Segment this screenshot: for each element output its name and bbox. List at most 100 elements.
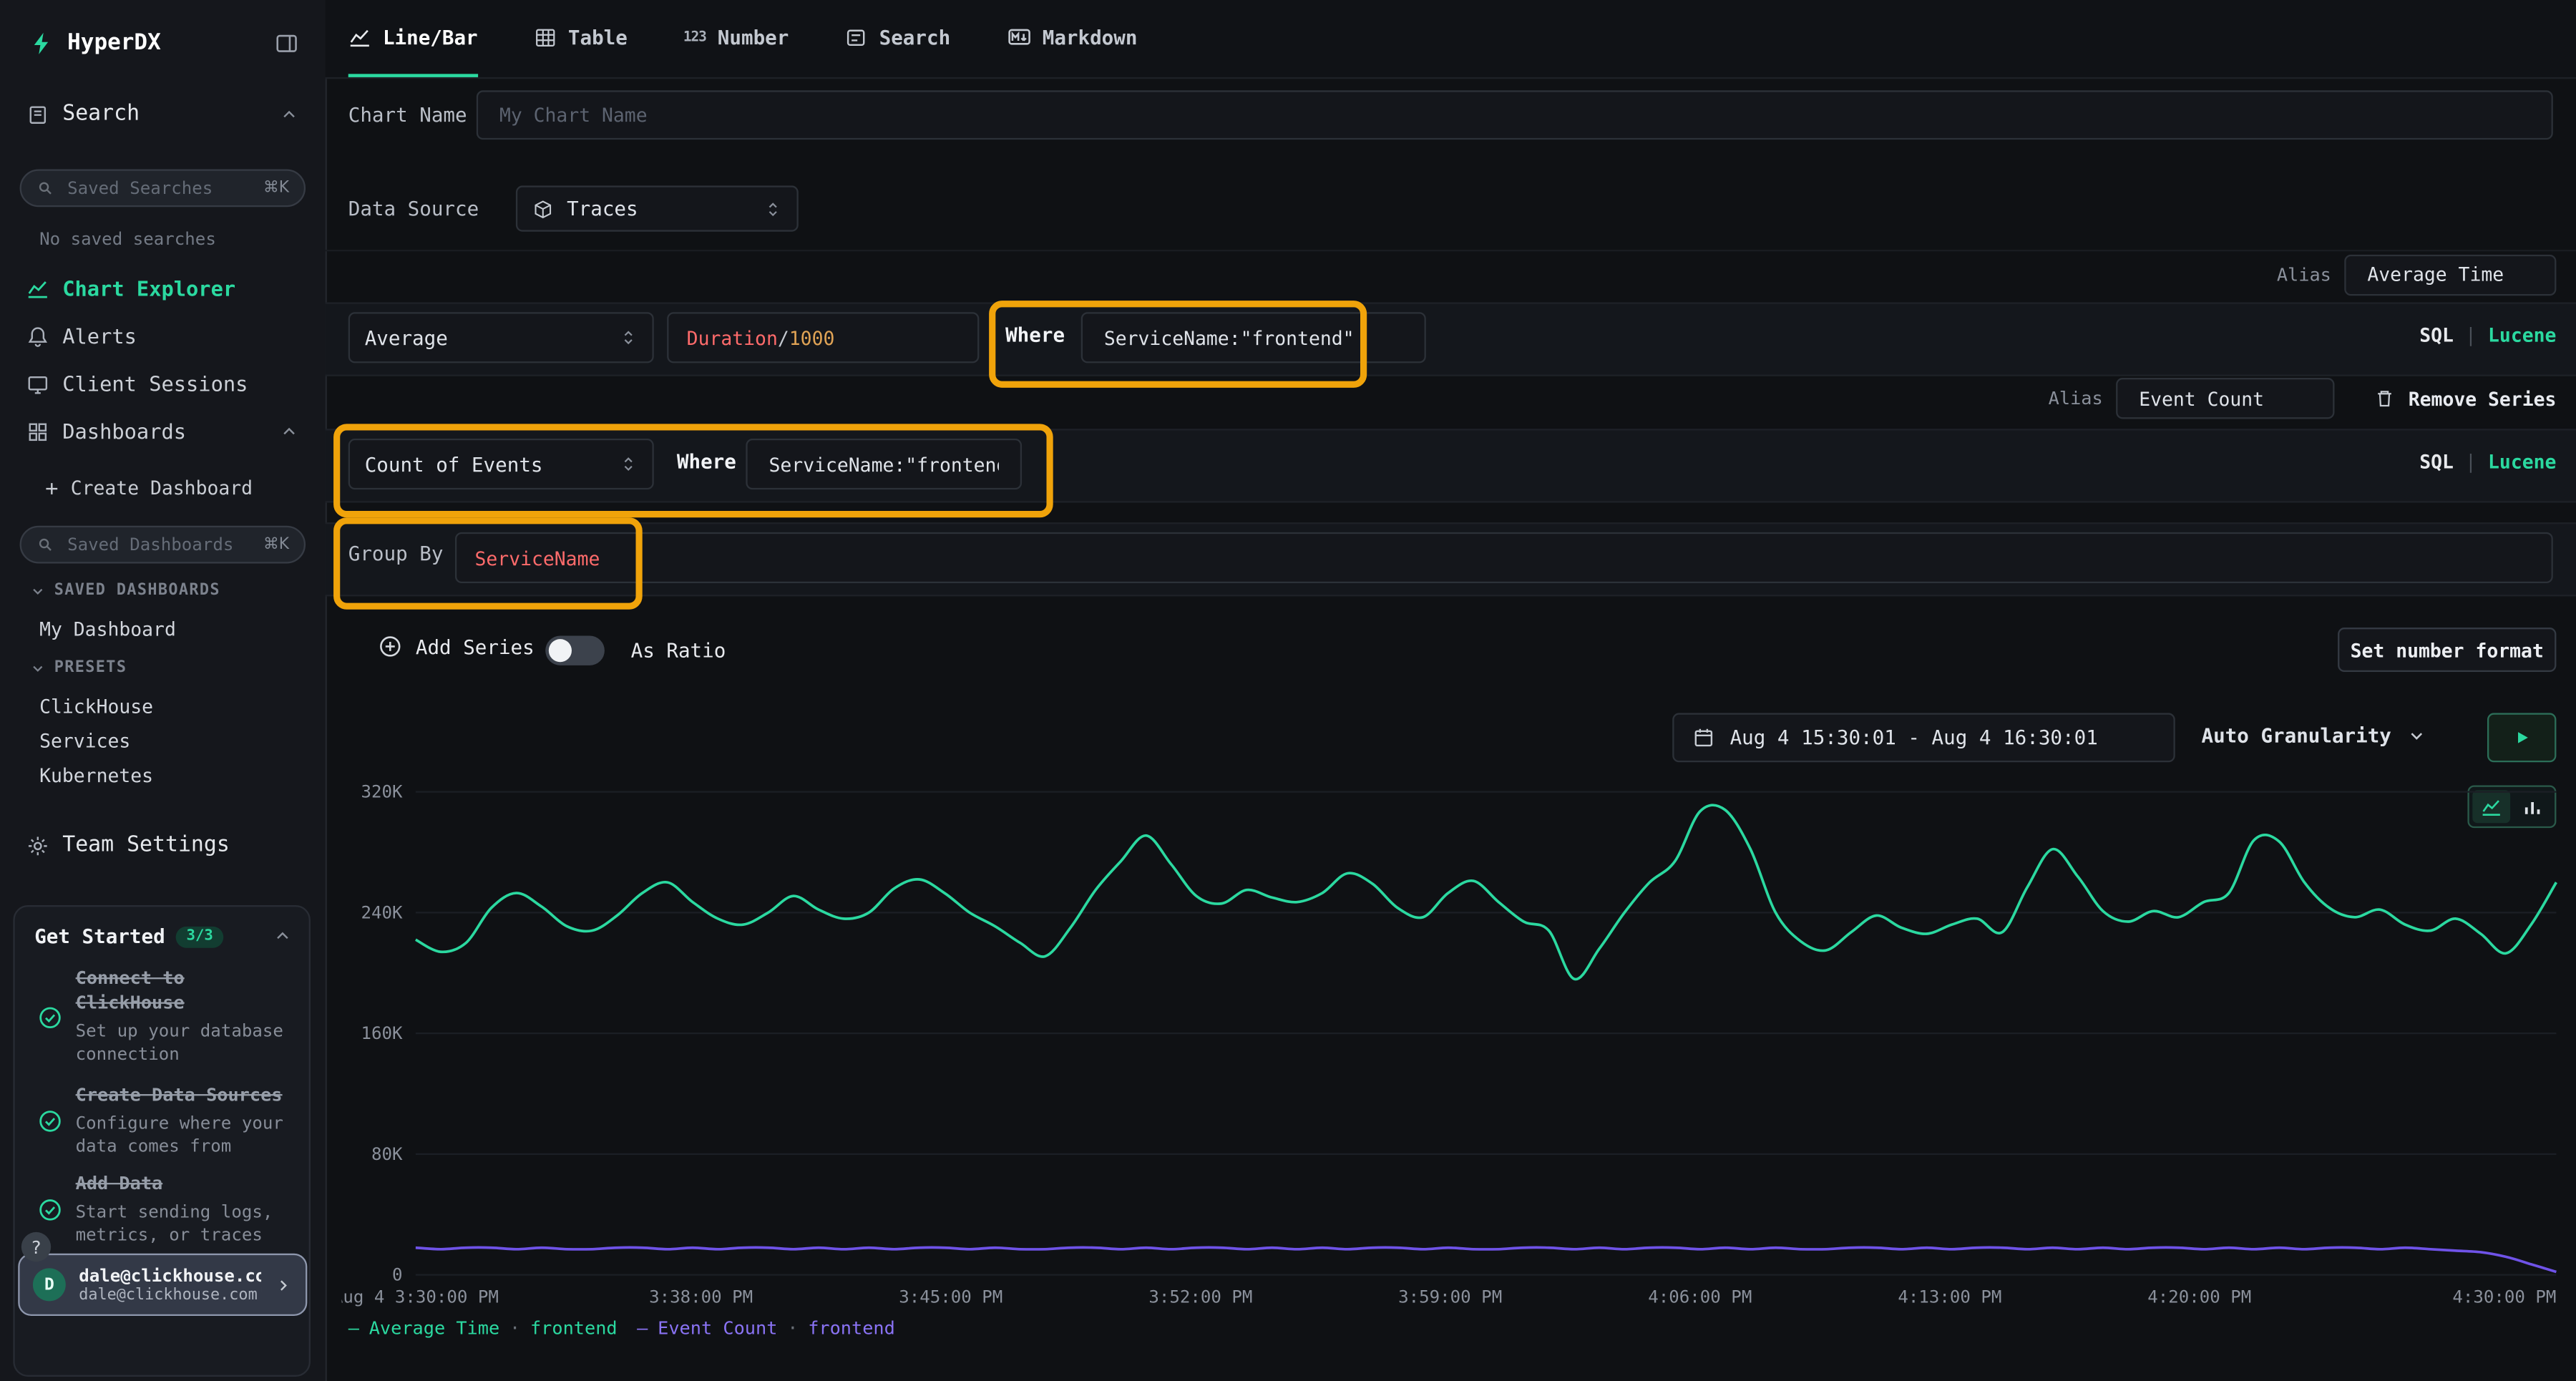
search-icon <box>36 535 54 553</box>
sql-option[interactable]: SQL <box>2419 450 2454 473</box>
legend-swatch: — <box>637 1317 648 1339</box>
series2-where-input[interactable] <box>766 451 1002 477</box>
get-started-item[interactable]: Create Data Sources Configure where your… <box>38 1084 294 1158</box>
series1-where-field[interactable] <box>1081 312 1426 363</box>
collapse-sidebar-icon[interactable] <box>274 30 298 54</box>
granularity-select[interactable]: Auto Granularity <box>2202 724 2426 747</box>
series2-alias-input[interactable] <box>2136 385 2315 411</box>
circle-plus-icon <box>378 634 402 658</box>
presets-section-header[interactable]: PRESETS <box>29 659 127 677</box>
saved-searches-search[interactable]: ⌘K <box>20 169 306 207</box>
preset-item-services[interactable]: Services <box>39 729 130 752</box>
group-by-field[interactable]: ServiceName <box>455 532 2553 583</box>
sidebar-item-label: Alerts <box>62 323 137 348</box>
series1-alias-row: Alias <box>2277 251 2557 297</box>
date-range-picker[interactable]: Aug 4 15:30:01 - Aug 4 16:30:01 <box>1672 713 2175 762</box>
saved-dashboards-input[interactable] <box>64 533 254 556</box>
timeseries-chart[interactable]: 080K160K240K320KAug 4 3:30:00 PM3:38:00 … <box>342 782 2563 1311</box>
sidebar-item-label: Dashboards <box>62 419 266 443</box>
chart-name-input[interactable] <box>496 102 2533 128</box>
legend-series-name: Average Time <box>369 1317 499 1339</box>
sidebar-item-alerts[interactable]: Alerts <box>26 323 299 348</box>
sidebar-item-team-settings[interactable]: Team Settings <box>26 833 299 857</box>
svg-text:0: 0 <box>392 1265 403 1285</box>
help-button[interactable]: ? <box>21 1232 51 1262</box>
svg-text:4:30:00 PM: 4:30:00 PM <box>2452 1287 2556 1307</box>
add-series-button[interactable]: Add Series <box>378 634 535 658</box>
get-started-item[interactable]: Add Data Start sending logs, metrics, or… <box>38 1173 294 1247</box>
svg-text:4:06:00 PM: 4:06:00 PM <box>1648 1287 1752 1307</box>
sidebar: HyperDX Search ⌘K No saved searches <box>0 0 327 1381</box>
series2-alias-field[interactable] <box>2116 378 2334 419</box>
get-started-item[interactable]: Connect to ClickHouse Set up your databa… <box>38 967 294 1066</box>
data-source-select[interactable]: Traces <box>516 185 799 231</box>
search-section-header[interactable]: Search <box>26 102 299 126</box>
create-dashboard-button[interactable]: Create Dashboard <box>43 477 299 499</box>
monitor-icon <box>26 372 49 395</box>
chart-explorer-main: Chart Name Data Source Traces Alias Aver… <box>326 0 2576 1381</box>
set-number-format-button[interactable]: Set number format <box>2338 628 2556 672</box>
plus-icon <box>43 479 61 497</box>
search-icon <box>36 179 54 197</box>
saved-dashboards-search[interactable]: ⌘K <box>20 526 306 564</box>
grid-icon <box>26 420 49 443</box>
legend-item-average-time[interactable]: — Average Time · frontend <box>348 1317 618 1339</box>
user-account-chip[interactable]: D dale@clickhouse.com dale@clickhouse.co… <box>18 1254 307 1316</box>
series1-aggregation-select[interactable]: Average <box>348 312 654 363</box>
chevrons-updown-icon <box>620 455 638 473</box>
series2-alias-row: Alias Remove Series <box>2049 376 2557 421</box>
bell-icon <box>26 324 49 347</box>
preset-item-clickhouse[interactable]: ClickHouse <box>39 695 153 718</box>
legend-item-event-count[interactable]: — Event Count · frontend <box>637 1317 895 1339</box>
as-ratio-toggle[interactable] <box>545 636 605 665</box>
series1-alias-input[interactable] <box>2364 261 2537 288</box>
series2-where-field[interactable] <box>746 439 1022 489</box>
legend-group-name: frontend <box>808 1317 895 1339</box>
legend-series-name: Event Count <box>658 1317 777 1339</box>
svg-text:Aug 4 3:30:00 PM: Aug 4 3:30:00 PM <box>342 1287 499 1307</box>
chevron-down-icon <box>29 582 46 599</box>
series2-language-toggle[interactable]: SQL | Lucene <box>2419 450 2556 473</box>
brand-row: HyperDX <box>29 29 299 56</box>
check-circle-icon <box>38 1084 62 1158</box>
sidebar-item-label: Chart Explorer <box>62 276 235 301</box>
chevron-up-icon <box>279 421 299 441</box>
series1-alias-field[interactable] <box>2344 254 2556 295</box>
toggle-knob <box>549 639 572 662</box>
sidebar-item-dashboards[interactable]: Dashboards <box>26 419 299 443</box>
series1-where-input[interactable] <box>1101 324 1406 351</box>
saved-dashboards-section-header[interactable]: SAVED DASHBOARDS <box>29 582 220 600</box>
sidebar-item-chart-explorer[interactable]: Chart Explorer <box>26 276 299 301</box>
svg-text:240K: 240K <box>361 902 403 922</box>
brand-name: HyperDX <box>67 29 261 56</box>
cube-icon <box>532 198 554 220</box>
remove-series-button[interactable]: Remove Series <box>2409 387 2557 410</box>
chevron-down-icon <box>2406 726 2426 746</box>
series2-aggregation-select[interactable]: Count of Events <box>348 439 654 489</box>
sidebar-item-client-sessions[interactable]: Client Sessions <box>26 371 299 396</box>
series1-language-toggle[interactable]: SQL | Lucene <box>2419 323 2556 346</box>
run-query-button[interactable] <box>2487 713 2556 762</box>
get-started-header[interactable]: Get Started 3/3 <box>34 925 292 948</box>
preset-item-kubernetes[interactable]: Kubernetes <box>39 764 153 787</box>
chart-name-field[interactable] <box>477 90 2553 140</box>
series1-expression-field[interactable]: Duration/1000 <box>667 312 979 363</box>
series2-row <box>326 429 2576 502</box>
task-title: Add Data <box>76 1173 294 1197</box>
data-source-label: Data Source <box>348 197 479 220</box>
legend-swatch: — <box>348 1317 359 1339</box>
calendar-icon <box>1692 726 1715 749</box>
sql-option[interactable]: SQL <box>2419 323 2454 346</box>
legend-group-name: frontend <box>530 1317 618 1339</box>
lucene-option[interactable]: Lucene <box>2488 323 2556 346</box>
trash-icon[interactable] <box>2374 388 2396 409</box>
saved-searches-input[interactable] <box>64 177 254 200</box>
shortcut-badge: ⌘K <box>263 179 289 197</box>
lucene-option[interactable]: Lucene <box>2488 450 2556 473</box>
chevron-right-icon <box>274 1276 292 1294</box>
sidebar-item-label: Client Sessions <box>62 371 248 396</box>
svg-text:80K: 80K <box>371 1144 403 1164</box>
dashboard-item-my-dashboard[interactable]: My Dashboard <box>39 618 176 640</box>
svg-text:4:13:00 PM: 4:13:00 PM <box>1898 1287 2001 1307</box>
no-saved-searches-note: No saved searches <box>39 230 216 250</box>
